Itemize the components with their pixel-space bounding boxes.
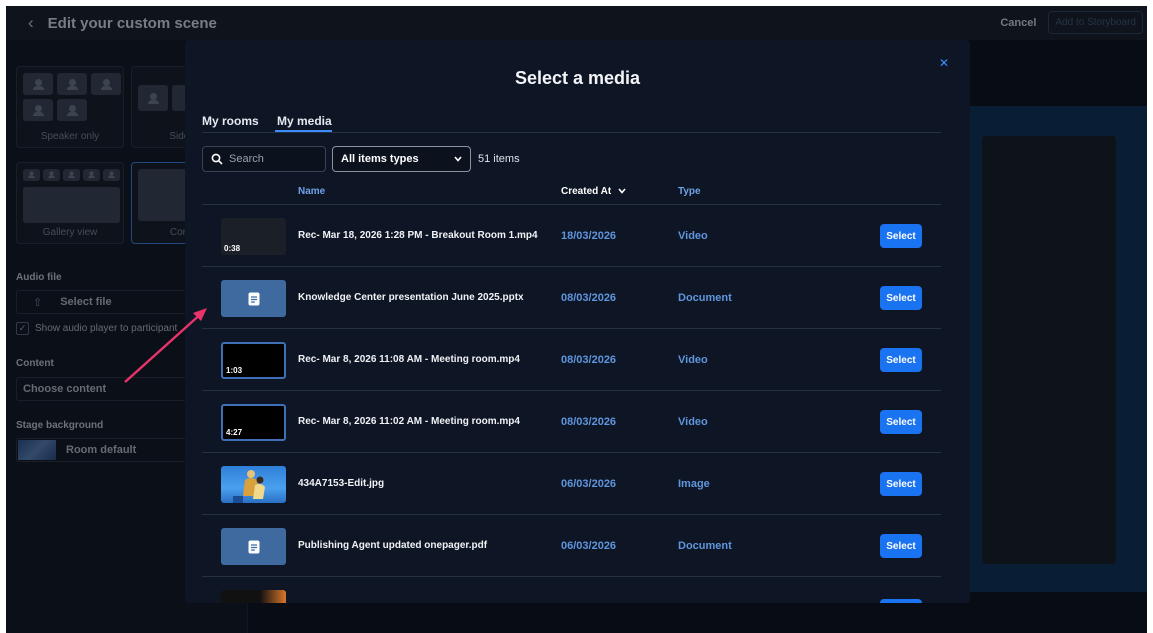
video-thumbnail: 4:27 bbox=[221, 404, 286, 441]
select-media-modal: Select a media ✕ My rooms My media All i… bbox=[185, 40, 970, 603]
select-button[interactable]: Select bbox=[880, 472, 922, 496]
search-input[interactable] bbox=[229, 153, 319, 165]
select-button[interactable]: Select bbox=[880, 410, 922, 434]
document-icon bbox=[248, 292, 259, 305]
media-row[interactable]: 1:03 Rec- Mar 8, 2026 11:08 AM - Meeting… bbox=[202, 328, 941, 390]
column-header-type[interactable]: Type bbox=[678, 186, 701, 197]
media-created-at: 18/03/2026 bbox=[561, 230, 617, 242]
items-count: 51 items bbox=[478, 153, 520, 165]
media-name: Rec- Mar 8, 2026 11:02 AM - Meeting room… bbox=[298, 416, 520, 427]
search-icon bbox=[211, 153, 223, 165]
annotation-arrow-icon bbox=[124, 308, 207, 383]
media-table-header: Name Created At Type bbox=[202, 180, 941, 202]
close-icon[interactable]: ✕ bbox=[939, 56, 949, 70]
media-created-at: 08/03/2026 bbox=[561, 354, 617, 366]
document-icon bbox=[248, 540, 259, 553]
media-created-at: 06/03/2026 bbox=[561, 540, 617, 552]
select-button[interactable]: Select bbox=[880, 534, 922, 558]
sort-chevron-down-icon bbox=[618, 188, 626, 194]
column-header-name[interactable]: Name bbox=[298, 186, 325, 197]
video-thumbnail: 1:03 bbox=[221, 342, 286, 379]
media-name: 434A7153-Edit.jpg bbox=[298, 478, 385, 489]
media-created-at: 08/03/2026 bbox=[561, 416, 617, 428]
photo-people-icon bbox=[233, 470, 265, 503]
video-thumbnail: 0:38 bbox=[221, 218, 286, 255]
media-row[interactable]: Knowledge Center presentation June 2025.… bbox=[202, 266, 941, 328]
tab-my-rooms[interactable]: My rooms bbox=[202, 114, 259, 128]
media-name: Knowledge Center presentation June 2025.… bbox=[298, 292, 524, 303]
media-row[interactable]: 4:27 Rec- Mar 8, 2026 11:02 AM - Meeting… bbox=[202, 390, 941, 452]
tab-my-media[interactable]: My media bbox=[277, 114, 332, 128]
media-name: Rec- Mar 18, 2026 1:28 PM - Breakout Roo… bbox=[298, 230, 538, 241]
column-header-created-at[interactable]: Created At bbox=[561, 186, 626, 197]
select-button[interactable]: Select bbox=[880, 348, 922, 372]
media-name: Rec- Mar 8, 2026 11:08 AM - Meeting room… bbox=[298, 354, 520, 365]
media-type: Video bbox=[678, 230, 708, 242]
active-tab-indicator bbox=[275, 130, 332, 132]
document-thumbnail bbox=[221, 280, 286, 317]
item-type-filter-value: All items types bbox=[341, 153, 419, 165]
select-button[interactable] bbox=[880, 599, 922, 603]
chevron-down-icon bbox=[454, 156, 462, 162]
modal-title: Select a media bbox=[514, 68, 641, 88]
media-name: Publishing Agent updated onepager.pdf bbox=[298, 540, 488, 551]
image-thumbnail bbox=[221, 466, 286, 503]
media-row[interactable]: 0:38 Rec- Mar 18, 2026 1:28 PM - Breakou… bbox=[202, 204, 941, 266]
media-type: Document bbox=[678, 540, 732, 552]
media-type: Video bbox=[678, 354, 708, 366]
media-type: Video bbox=[678, 416, 708, 428]
media-row[interactable]: 434A7153-Edit.jpg 06/03/2026 Image Selec… bbox=[202, 452, 941, 514]
search-box[interactable] bbox=[202, 146, 326, 172]
media-created-at: 08/03/2026 bbox=[561, 292, 617, 304]
select-button[interactable]: Select bbox=[880, 286, 922, 310]
video-duration: 0:38 bbox=[224, 244, 241, 253]
media-tabs: My rooms My media bbox=[202, 106, 941, 133]
media-type: Image bbox=[678, 478, 710, 490]
document-thumbnail bbox=[221, 528, 286, 565]
video-duration: 4:27 bbox=[226, 428, 243, 437]
select-button[interactable]: Select bbox=[880, 224, 922, 248]
media-created-at: 06/03/2026 bbox=[561, 478, 617, 490]
item-type-filter-select[interactable]: All items types bbox=[332, 146, 471, 172]
media-row[interactable]: Publishing Agent updated onepager.pdf 06… bbox=[202, 514, 941, 576]
video-duration: 1:03 bbox=[226, 366, 243, 375]
media-type: Document bbox=[678, 292, 732, 304]
column-header-created-at-label: Created At bbox=[561, 186, 612, 197]
video-thumbnail bbox=[221, 590, 286, 603]
media-row[interactable] bbox=[202, 576, 941, 603]
